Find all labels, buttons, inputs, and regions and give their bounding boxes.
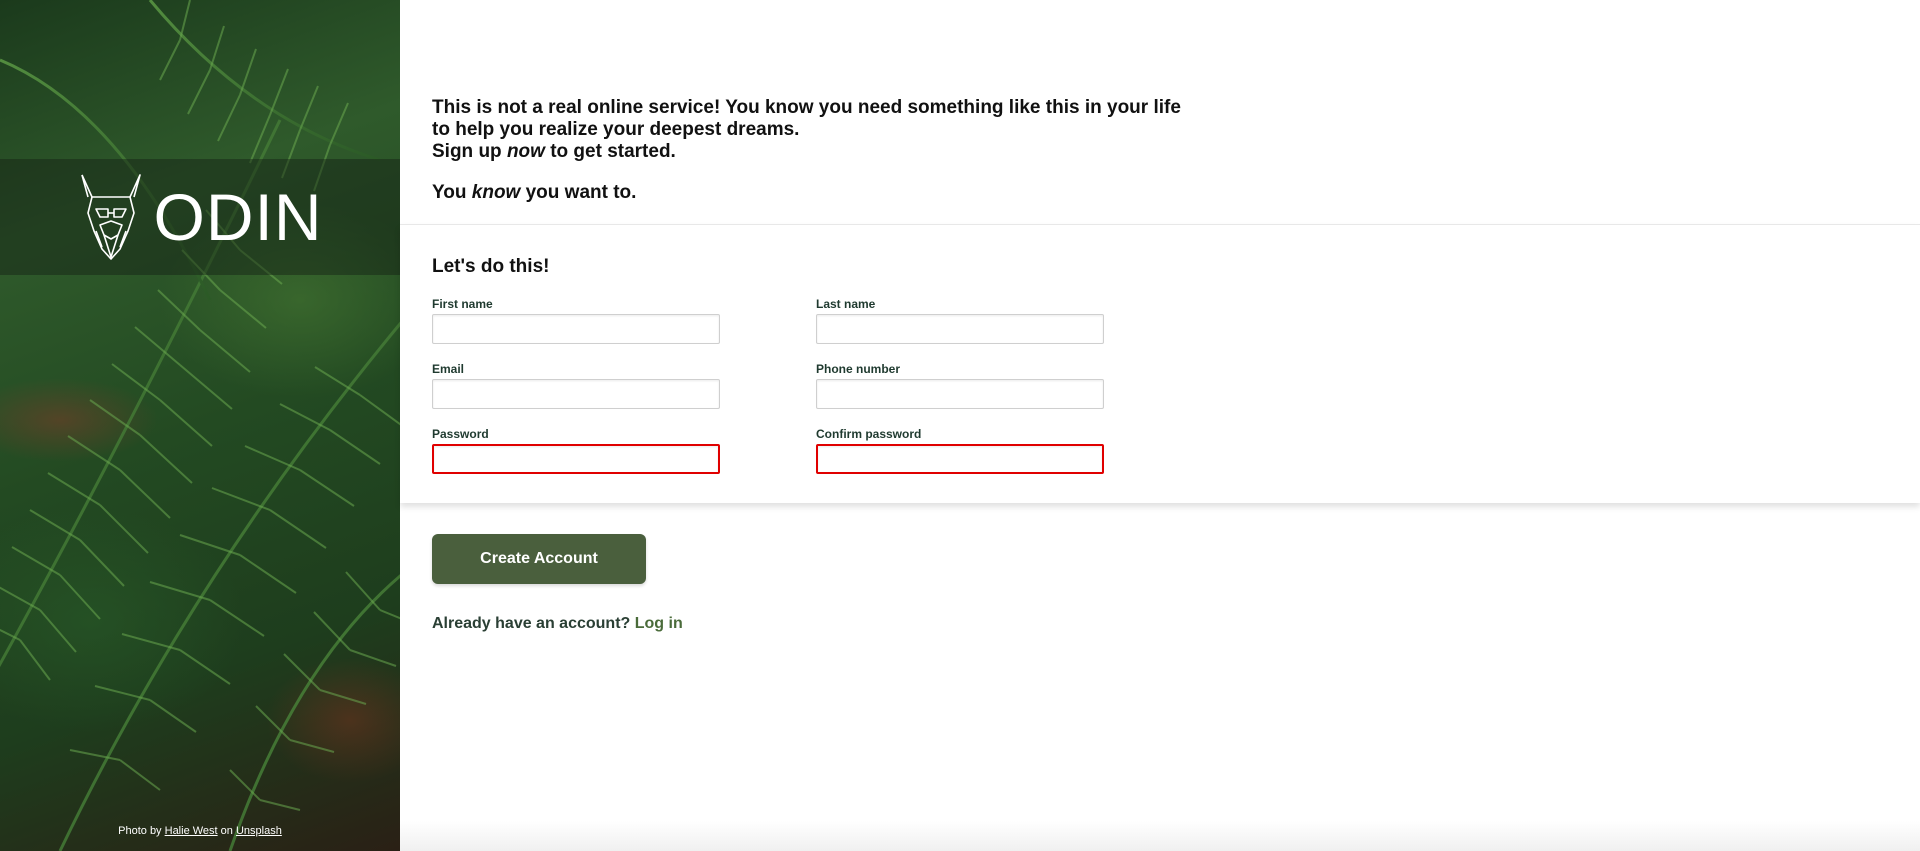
intro-line-2: to help you realize your deepest dreams.	[432, 119, 800, 140]
first-name-label: First name	[432, 297, 493, 311]
intro-line-1: This is not a real online service! You k…	[432, 97, 1181, 118]
fern-background-image	[0, 0, 400, 851]
first-name-group: First name	[432, 297, 722, 344]
login-prompt-text: Already have an account?	[432, 615, 631, 632]
password-input[interactable]	[432, 444, 720, 474]
email-group: Email	[432, 362, 722, 409]
signup-form: Let's do this! First name Last name Emai…	[400, 224, 1920, 503]
form-title: Let's do this!	[432, 256, 550, 277]
email-input[interactable]	[432, 379, 720, 409]
bottom-shade	[400, 821, 1920, 851]
main-content: This is not a real online service! You k…	[400, 0, 1920, 851]
photo-credit-prefix: Photo by	[118, 825, 162, 837]
phone-group: Phone number	[816, 362, 1106, 409]
unsplash-link[interactable]: Unsplash	[236, 825, 282, 837]
password-group: Password	[432, 427, 722, 474]
login-link[interactable]: Log in	[635, 615, 683, 632]
last-name-input[interactable]	[816, 314, 1104, 344]
intro-text: This is not a real online service! You k…	[432, 97, 1232, 204]
intro-line-4: You know you want to.	[432, 182, 637, 203]
confirm-password-input[interactable]	[816, 444, 1104, 474]
logo-banner: ODIN	[0, 159, 400, 275]
phone-label: Phone number	[816, 362, 901, 376]
first-name-input[interactable]	[432, 314, 720, 344]
create-account-button[interactable]: Create Account	[432, 534, 646, 584]
brand-logo-text: ODIN	[153, 180, 323, 254]
signup-page: ODIN Photo by Halie West on Unsplash Thi…	[0, 0, 1920, 851]
photo-credit: Photo by Halie West on Unsplash	[0, 825, 400, 837]
email-label: Email	[432, 362, 465, 376]
confirm-password-group: Confirm password	[816, 427, 1106, 474]
last-name-group: Last name	[816, 297, 1106, 344]
phone-input[interactable]	[816, 379, 1104, 409]
intro-line-3: Sign up now to get started.	[432, 141, 676, 162]
photo-credit-middle: on	[220, 825, 233, 837]
photographer-link[interactable]: Halie West	[165, 825, 218, 837]
odin-viking-head-icon	[80, 174, 141, 260]
last-name-label: Last name	[816, 297, 876, 311]
confirm-password-label: Confirm password	[816, 427, 922, 441]
hero-image-panel: ODIN Photo by Halie West on Unsplash	[0, 0, 400, 851]
login-prompt: Already have an account? Log in	[432, 615, 683, 633]
password-label: Password	[432, 427, 489, 441]
